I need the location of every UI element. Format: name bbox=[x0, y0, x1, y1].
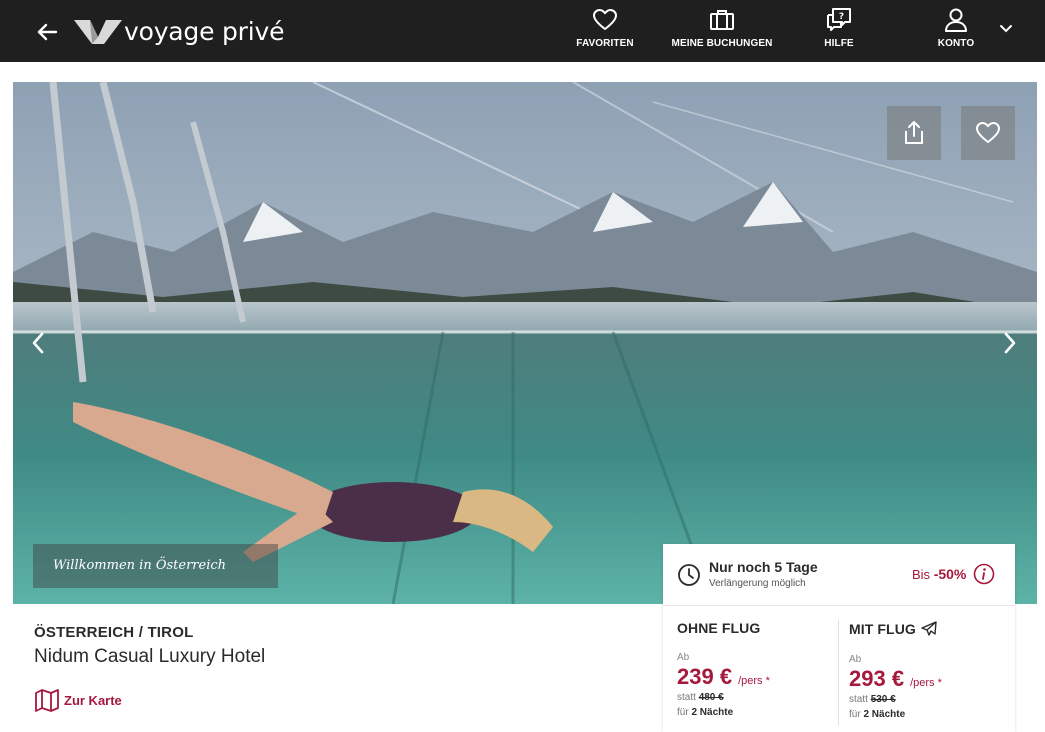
instead-label: statt bbox=[677, 692, 696, 703]
suitcase-icon bbox=[710, 10, 734, 30]
without-flight-price: 239 € bbox=[677, 664, 733, 689]
discount-prefix: Bis bbox=[912, 567, 931, 582]
heart-icon bbox=[976, 122, 1000, 143]
per-person-label: /pers * bbox=[910, 677, 942, 689]
chevron-down-icon[interactable] bbox=[998, 22, 1014, 36]
old-price-row: statt 480 € bbox=[677, 690, 837, 705]
brand-name: voyage privé bbox=[124, 16, 285, 46]
nav-help-label: HILFE bbox=[824, 38, 854, 49]
heart-icon bbox=[593, 9, 617, 30]
destination-region: ÖSTERREICH / TIROL bbox=[34, 624, 194, 641]
countdown-text: Nur noch 5 Tage bbox=[709, 559, 818, 575]
without-flight-title: OHNE FLUG bbox=[677, 620, 761, 636]
with-flight-price: 293 € bbox=[849, 666, 905, 691]
gallery-prev-arrow-icon[interactable] bbox=[25, 328, 51, 358]
share-button[interactable] bbox=[887, 106, 941, 160]
nights-row: für 2 Nächte bbox=[849, 707, 1009, 722]
map-link[interactable]: Zur Karte bbox=[34, 688, 122, 712]
hero-gallery[interactable]: Willkommen in Österreich bbox=[13, 82, 1037, 604]
brand-logo[interactable]: voyage privé bbox=[74, 16, 284, 46]
with-flight-title: MIT FLUG bbox=[849, 621, 916, 637]
top-navigation-bar: voyage privé FAVORITEN MEINE BUCHUNGEN ?… bbox=[0, 0, 1045, 62]
hero-caption: Willkommen in Österreich bbox=[33, 544, 278, 588]
nav-bookings-label: MEINE BUCHUNGEN bbox=[671, 38, 773, 49]
svg-text:?: ? bbox=[839, 12, 844, 22]
nav-help[interactable]: ? HILFE bbox=[812, 6, 866, 54]
instead-label: statt bbox=[849, 694, 868, 705]
offer-panel: Nur noch 5 Tage Verlängerung möglich Bis… bbox=[663, 544, 1015, 732]
old-price-row: statt 530 € bbox=[849, 692, 1009, 707]
price-from-label: Ab bbox=[849, 654, 862, 665]
map-icon bbox=[35, 689, 59, 712]
per-person-label: /pers * bbox=[738, 675, 770, 687]
map-link-label: Zur Karte bbox=[64, 692, 122, 708]
nav-favorites-label: FAVORITEN bbox=[576, 38, 634, 49]
share-icon bbox=[905, 121, 923, 144]
add-favorite-button[interactable] bbox=[961, 106, 1015, 160]
info-icon[interactable] bbox=[973, 563, 995, 585]
nav-bookings[interactable]: MEINE BUCHUNGEN bbox=[668, 6, 776, 54]
offer-with-flight[interactable]: MIT FLUG Ab 293 € /pers * statt 530 € fü… bbox=[849, 620, 1009, 726]
back-arrow-icon[interactable] bbox=[34, 20, 60, 44]
price-from-label: Ab bbox=[677, 652, 690, 663]
user-icon bbox=[945, 8, 967, 32]
offer-header: Nur noch 5 Tage Verlängerung möglich Bis… bbox=[663, 544, 1015, 606]
nav-favorites[interactable]: FAVORITEN bbox=[574, 6, 636, 54]
clock-icon bbox=[678, 564, 700, 586]
nights-count: 2 Nächte bbox=[691, 707, 734, 718]
nights-row: für 2 Nächte bbox=[677, 705, 837, 720]
for-label: für bbox=[849, 709, 861, 720]
brand-mark-icon bbox=[74, 20, 122, 44]
gallery-next-arrow-icon[interactable] bbox=[997, 328, 1023, 358]
with-flight-header: MIT FLUG bbox=[849, 620, 1009, 638]
help-chat-icon: ? bbox=[827, 8, 851, 31]
hotel-pool-photo bbox=[13, 82, 1037, 604]
nights-count: 2 Nächte bbox=[863, 709, 906, 720]
discount-value: -50% bbox=[933, 566, 967, 582]
nav-account-label: KONTO bbox=[937, 38, 975, 49]
old-price: 480 € bbox=[698, 692, 724, 703]
extension-note: Verlängerung möglich bbox=[709, 578, 806, 589]
hotel-name: Nidum Casual Luxury Hotel bbox=[34, 646, 266, 667]
for-label: für bbox=[677, 707, 689, 718]
airplane-icon bbox=[921, 621, 937, 636]
column-divider bbox=[838, 620, 839, 726]
old-price: 530 € bbox=[870, 694, 896, 705]
nav-account[interactable]: KONTO bbox=[928, 6, 984, 54]
discount-badge: Bis -50% bbox=[912, 566, 966, 582]
offer-without-flight[interactable]: OHNE FLUG Ab 239 € /pers * statt 480 € f… bbox=[677, 620, 837, 726]
